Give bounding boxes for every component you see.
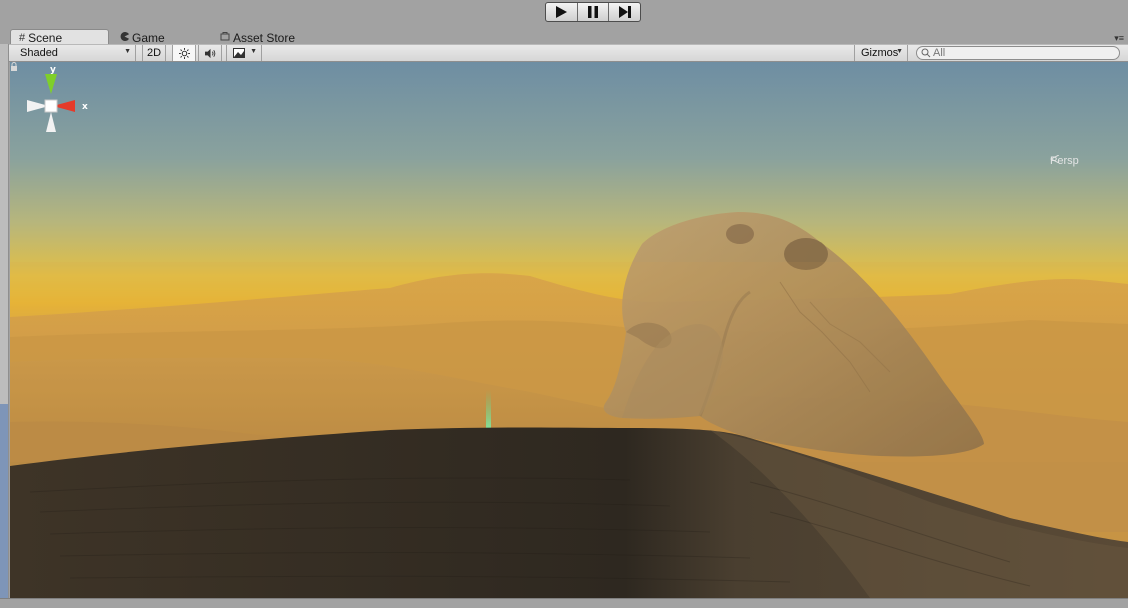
audio-toggle-button[interactable] xyxy=(198,45,222,61)
projection-toggle[interactable]: Persp xyxy=(1050,155,1079,167)
scene-grid-icon: # xyxy=(19,32,26,44)
play-toolbar xyxy=(0,0,1128,28)
gizmo-y-label: y xyxy=(50,65,56,75)
lock-icon[interactable] xyxy=(10,62,18,72)
tab-scene-label: Scene xyxy=(28,31,63,45)
chevron-down-icon: ▼ xyxy=(896,48,903,55)
scene-render xyxy=(10,62,1128,598)
scene-viewport[interactable]: y x Persp xyxy=(10,62,1128,598)
panel-menu-icon[interactable]: ▾≡ xyxy=(1114,33,1124,44)
tab-asset-store[interactable]: Asset Store xyxy=(212,29,312,45)
search-placeholder: All xyxy=(933,47,946,59)
pause-button[interactable] xyxy=(578,3,610,21)
play-button[interactable] xyxy=(546,3,578,21)
lighting-toggle-button[interactable] xyxy=(172,45,196,61)
bottom-edge xyxy=(0,598,1128,608)
step-icon xyxy=(618,6,631,18)
playback-controls xyxy=(545,2,641,22)
step-button[interactable] xyxy=(609,3,640,21)
2d-toggle-button[interactable]: 2D xyxy=(142,45,166,61)
pause-icon xyxy=(588,6,598,18)
search-input[interactable]: All xyxy=(916,46,1120,60)
draw-mode-dropdown[interactable]: Shaded ▼ xyxy=(14,45,136,61)
tab-game[interactable]: Game xyxy=(112,29,208,45)
left-panel-highlight xyxy=(0,404,8,608)
editor-tabs: # Scene Game Asset Store ▾≡ xyxy=(0,28,1128,45)
scene-orientation-gizmo[interactable]: y x xyxy=(10,62,92,162)
draw-mode-label: Shaded xyxy=(20,47,58,59)
play-icon xyxy=(556,6,568,18)
effects-dropdown[interactable]: ▼ xyxy=(226,45,262,61)
scene-toolbar: Shaded ▼ 2D ▼ Gizmos ▼ All xyxy=(8,44,1128,62)
gizmo-x-label: x xyxy=(82,102,88,112)
store-bag-icon xyxy=(220,31,230,44)
chevron-down-icon: ▼ xyxy=(124,48,131,55)
chevron-down-icon: ▼ xyxy=(250,48,257,55)
left-panel-edge xyxy=(0,44,9,608)
2d-toggle-label: 2D xyxy=(146,47,162,59)
neg-y-axis-arrow-icon[interactable] xyxy=(46,112,56,132)
gizmos-dropdown[interactable]: Gizmos ▼ xyxy=(854,45,908,61)
gizmos-label: Gizmos xyxy=(861,47,899,59)
y-axis-arrow-icon[interactable] xyxy=(45,74,57,94)
gizmo-center-cube[interactable] xyxy=(44,99,58,113)
tab-asset-store-label: Asset Store xyxy=(233,30,296,45)
tab-game-label: Game xyxy=(132,30,165,45)
sun-icon xyxy=(178,47,190,59)
tab-scene[interactable]: # Scene xyxy=(10,29,109,45)
speaker-icon xyxy=(204,48,215,58)
search-icon xyxy=(921,48,931,58)
image-icon xyxy=(233,48,245,58)
green-light-beam xyxy=(486,390,491,430)
game-pacman-icon xyxy=(120,31,129,44)
perspective-icon xyxy=(1050,155,1059,163)
